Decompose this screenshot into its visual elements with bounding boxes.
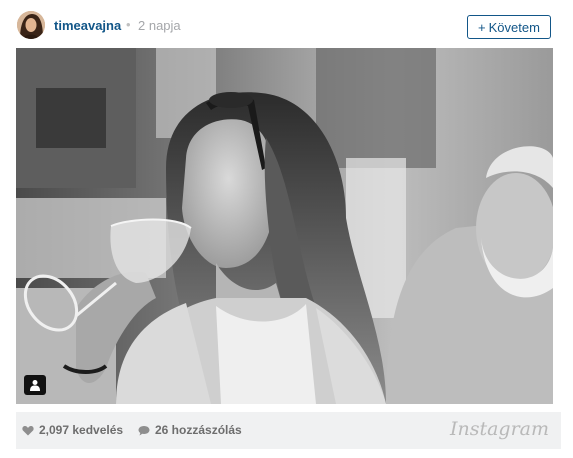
avatar[interactable] [17, 11, 45, 39]
heart-icon [22, 425, 34, 435]
plus-icon: + [478, 19, 486, 35]
follow-button[interactable]: + Követem [467, 15, 551, 39]
post-footer: 2,097 kedvelés 26 hozzászólás Instagram [16, 412, 561, 449]
speech-bubble-icon [138, 425, 150, 435]
separator-dot: • [126, 17, 131, 32]
photo-image [16, 48, 553, 404]
comments-count[interactable]: 26 hozzászólás [138, 423, 242, 437]
comments-label: 26 hozzászólás [155, 423, 242, 437]
follow-label: Követem [488, 19, 540, 35]
tagged-people-button[interactable] [24, 375, 46, 395]
instagram-embed: timeavajna • 2 napja + Követem 2,097 ked… [0, 0, 573, 458]
avatar-image [17, 11, 45, 39]
likes-count[interactable]: 2,097 kedvelés [22, 423, 123, 437]
likes-label: 2,097 kedvelés [39, 423, 124, 437]
username-link[interactable]: timeavajna [54, 18, 121, 33]
tag-people-icon [30, 380, 40, 391]
post-photo[interactable] [16, 48, 553, 404]
post-header: timeavajna • 2 napja + Követem [0, 0, 573, 48]
post-timestamp[interactable]: 2 napja [138, 18, 181, 33]
instagram-logo[interactable]: Instagram [450, 418, 549, 440]
